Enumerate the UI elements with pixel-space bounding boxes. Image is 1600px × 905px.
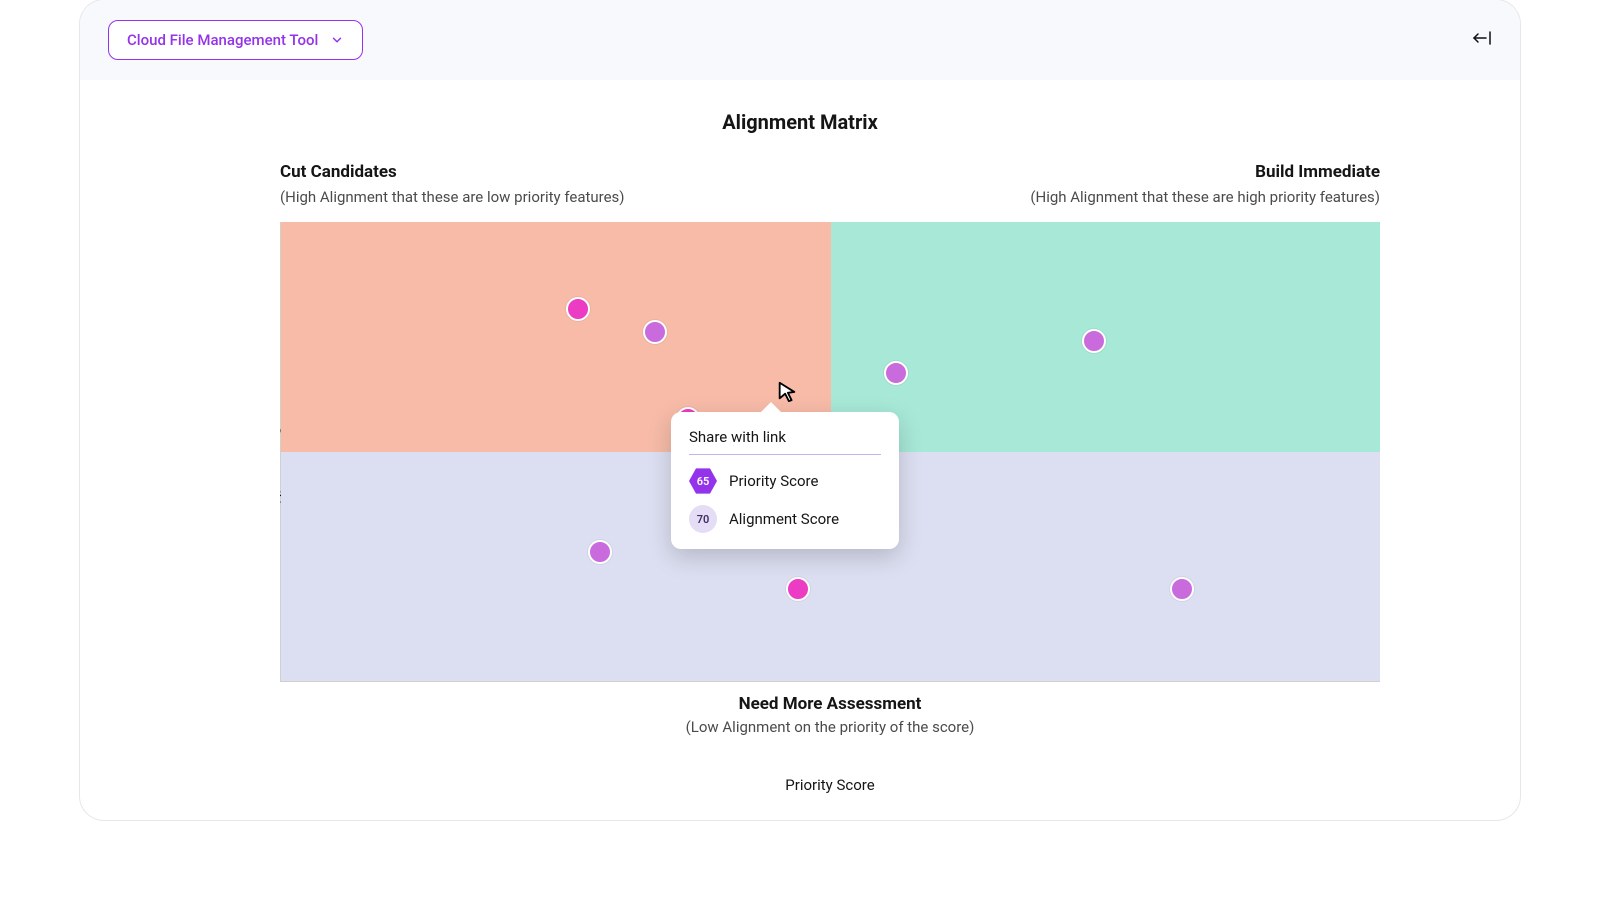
- chevron-down-icon: [330, 33, 344, 47]
- quadrant-headers: Cut Candidates (High Alignment that thes…: [280, 162, 1380, 222]
- data-point[interactable]: [884, 361, 908, 385]
- quadrant-title: Cut Candidates: [280, 162, 830, 182]
- data-point[interactable]: [1082, 329, 1106, 353]
- collapse-panel-icon[interactable]: [1472, 30, 1492, 51]
- quadrant-title: Need More Assessment: [280, 694, 1380, 714]
- data-point[interactable]: [1170, 577, 1194, 601]
- app-window: Cloud File Management Tool Alignment Mat…: [80, 0, 1520, 820]
- project-name: Cloud File Management Tool: [127, 31, 318, 49]
- tooltip-priority-row: 65 Priority Score: [689, 467, 881, 495]
- header-bar: Cloud File Management Tool: [80, 0, 1520, 80]
- quadrant-subtitle: (Low Alignment on the priority of the sc…: [280, 718, 1380, 736]
- quadrant-need-assessment-right: [831, 452, 1381, 682]
- project-dropdown[interactable]: Cloud File Management Tool: [108, 20, 363, 60]
- alignment-matrix[interactable]: Alignment Score Share with link 65 Prior…: [280, 222, 1380, 682]
- alignment-score-label: Alignment Score: [729, 510, 839, 528]
- point-tooltip: Share with link 65 Priority Score 70 Ali…: [671, 412, 899, 549]
- x-axis-label: Priority Score: [280, 776, 1380, 794]
- tooltip-feature-name: Share with link: [689, 428, 881, 455]
- priority-score-label: Priority Score: [729, 472, 818, 490]
- data-point[interactable]: [643, 320, 667, 344]
- alignment-score-badge: 70: [689, 505, 717, 533]
- matrix-wrap: Cut Candidates (High Alignment that thes…: [280, 162, 1380, 794]
- mouse-cursor-icon: [776, 380, 798, 402]
- data-point[interactable]: [588, 540, 612, 564]
- data-point[interactable]: [566, 297, 590, 321]
- quadrant-header-top-left: Cut Candidates (High Alignment that thes…: [280, 162, 830, 222]
- quadrant-header-top-right: Build Immediate (High Alignment that the…: [830, 162, 1380, 222]
- quadrant-header-bottom: Need More Assessment (Low Alignment on t…: [280, 694, 1380, 736]
- quadrant-title: Build Immediate: [830, 162, 1380, 182]
- tooltip-alignment-row: 70 Alignment Score: [689, 505, 881, 533]
- chart-title: Alignment Matrix: [220, 110, 1380, 134]
- quadrant-subtitle: (High Alignment that these are high prio…: [830, 188, 1380, 206]
- quadrant-subtitle: (High Alignment that these are low prior…: [280, 188, 830, 206]
- data-point[interactable]: [786, 577, 810, 601]
- chart-area: Alignment Matrix Cut Candidates (High Al…: [80, 80, 1520, 820]
- priority-score-badge: 65: [689, 467, 717, 495]
